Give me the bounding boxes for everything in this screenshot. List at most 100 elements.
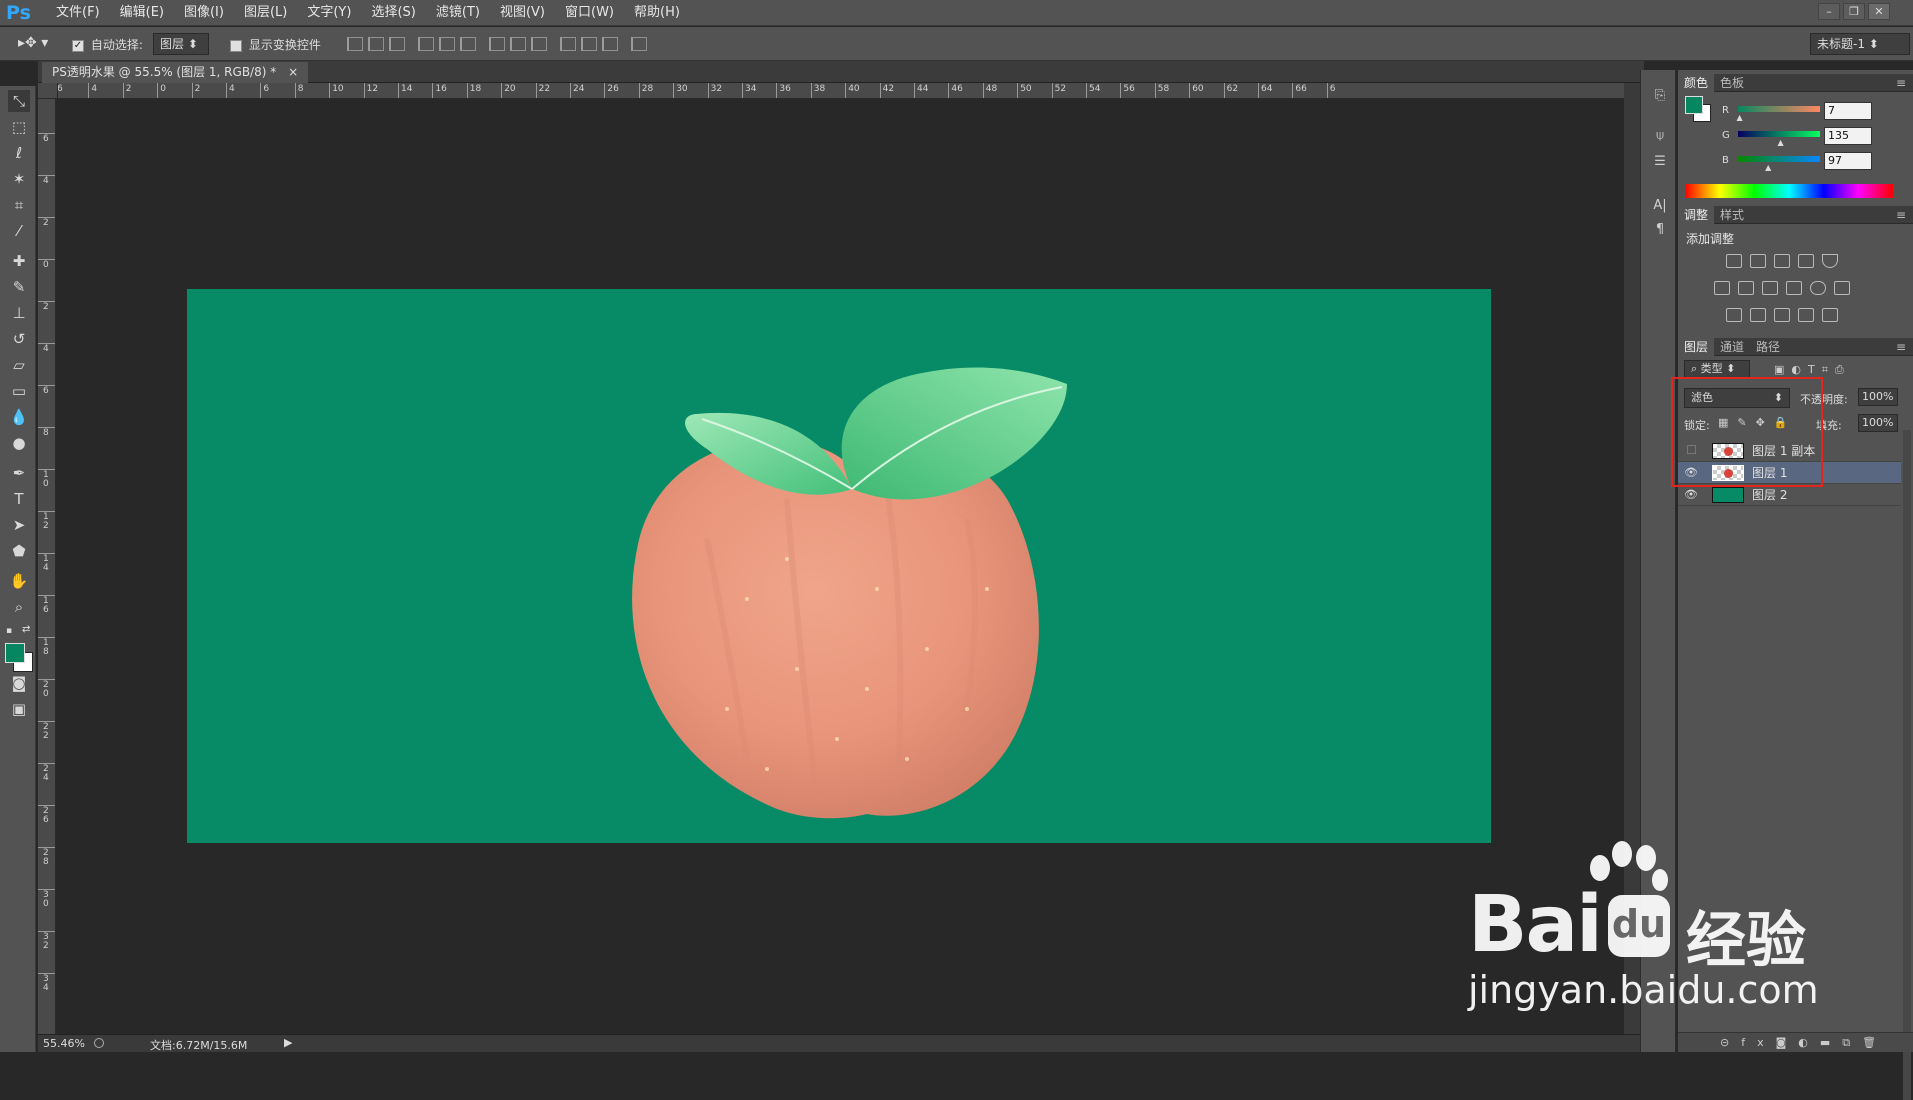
- shape-tool-icon[interactable]: ⬟: [8, 540, 30, 562]
- ruler-origin[interactable]: [38, 83, 58, 99]
- quick-mask-icon[interactable]: ◙: [8, 672, 30, 694]
- tab-adjustments[interactable]: 调整: [1678, 206, 1715, 224]
- menu-edit[interactable]: 编辑(E): [110, 0, 174, 26]
- gradient-tool-icon[interactable]: ▭: [8, 380, 30, 402]
- menu-type[interactable]: 文字(Y): [297, 0, 361, 26]
- tab-channels[interactable]: 通道: [1714, 338, 1750, 356]
- show-transform-checkbox[interactable]: [230, 39, 242, 52]
- healing-brush-icon[interactable]: ✚: [8, 250, 30, 272]
- layer-visibility-eye-icon[interactable]: 👁: [1684, 488, 1698, 502]
- layer-filter-dropdown[interactable]: ⌕ 类型 ⬍: [1684, 360, 1750, 378]
- history-panel-icon[interactable]: ⎘: [1651, 88, 1669, 106]
- menu-layer[interactable]: 图层(L): [234, 0, 297, 26]
- tab-swatches[interactable]: 色板: [1714, 74, 1750, 92]
- opacity-input[interactable]: 100%: [1858, 388, 1898, 406]
- g-slider[interactable]: [1738, 131, 1820, 137]
- g-slider-thumb[interactable]: ▲: [1777, 138, 1783, 147]
- default-colors-icon[interactable]: ▪: [6, 626, 18, 638]
- invert-icon[interactable]: [1726, 308, 1742, 322]
- panel-menu-icon[interactable]: ≡: [1896, 206, 1906, 224]
- channel-mixer-icon[interactable]: [1810, 281, 1826, 295]
- fill-input[interactable]: 100%: [1858, 414, 1898, 432]
- status-info-icon[interactable]: [94, 1038, 104, 1048]
- eraser-tool-icon[interactable]: ▱: [8, 354, 30, 376]
- b-slider[interactable]: [1738, 156, 1820, 162]
- posterize-icon[interactable]: [1750, 308, 1766, 322]
- auto-select-checkbox[interactable]: ✓: [72, 39, 84, 52]
- close-tab-icon[interactable]: ×: [288, 65, 298, 79]
- menu-filter[interactable]: 滤镜(T): [426, 0, 490, 26]
- move-tool-icon[interactable]: ⤡: [8, 90, 30, 112]
- dodge-tool-icon[interactable]: ●: [8, 432, 30, 454]
- menu-select[interactable]: 选择(S): [361, 0, 425, 26]
- r-slider[interactable]: [1738, 106, 1820, 112]
- color-fg-swatch[interactable]: [1685, 96, 1703, 114]
- restore-icon[interactable]: ❐: [1843, 3, 1865, 20]
- panel-menu-icon[interactable]: ≡: [1896, 338, 1906, 356]
- character-panel-icon[interactable]: A|: [1651, 198, 1669, 216]
- properties-icon[interactable]: ☰: [1651, 154, 1669, 172]
- eyedropper-tool-icon[interactable]: ⁄: [8, 220, 30, 242]
- tab-styles[interactable]: 样式: [1714, 206, 1750, 224]
- auto-select-dropdown[interactable]: 图层 ⬍: [153, 33, 209, 55]
- workspace-switcher[interactable]: 未标题-1 ⬍: [1810, 33, 1910, 55]
- history-brush-icon[interactable]: ↺: [8, 328, 30, 350]
- menu-file[interactable]: 文件(F): [46, 0, 110, 26]
- document-tab[interactable]: PS透明水果 @ 55.5% (图层 1, RGB/8) * ×: [42, 62, 309, 83]
- curves-icon[interactable]: [1774, 254, 1790, 268]
- paragraph-panel-icon[interactable]: ¶: [1651, 222, 1669, 240]
- brightness-contrast-icon[interactable]: [1726, 254, 1742, 268]
- black-white-icon[interactable]: [1762, 281, 1778, 295]
- layer-actions-bar[interactable]: ⊝fx◙◐▬⧉🗑: [1678, 1032, 1913, 1052]
- levels-icon[interactable]: [1750, 254, 1766, 268]
- r-value[interactable]: 7: [1824, 102, 1872, 120]
- r-slider-thumb[interactable]: ▲: [1736, 113, 1742, 122]
- align-distribute-icons[interactable]: [347, 37, 652, 54]
- pen-tool-icon[interactable]: ✒: [8, 462, 30, 484]
- document-canvas[interactable]: [187, 289, 1491, 843]
- threshold-icon[interactable]: [1774, 308, 1790, 322]
- b-slider-thumb[interactable]: ▲: [1765, 163, 1771, 172]
- tab-paths[interactable]: 路径: [1750, 338, 1786, 356]
- zoom-level[interactable]: 55.46%: [43, 1037, 85, 1050]
- vibrance-icon[interactable]: [1822, 254, 1838, 268]
- hand-tool-icon[interactable]: ✋: [8, 570, 30, 592]
- selective-color-icon[interactable]: [1798, 308, 1814, 322]
- close-window-icon[interactable]: ✕: [1868, 3, 1890, 20]
- crop-tool-icon[interactable]: ⌗: [8, 194, 30, 216]
- foreground-color-swatch[interactable]: [5, 643, 25, 663]
- menu-window[interactable]: 窗口(W): [555, 0, 624, 26]
- type-tool-icon[interactable]: T: [8, 488, 30, 510]
- magic-wand-icon[interactable]: ✶: [8, 168, 30, 190]
- layer-filter-icons[interactable]: ▣◐T⌗⎙: [1774, 363, 1851, 377]
- b-value[interactable]: 97: [1824, 152, 1872, 170]
- gradient-map-icon[interactable]: [1822, 308, 1838, 322]
- color-lookup-icon[interactable]: [1834, 281, 1850, 295]
- move-tool-preset-icon[interactable]: ▸✥ ▾: [18, 35, 48, 51]
- screen-mode-icon[interactable]: ▣: [8, 698, 30, 720]
- tab-color[interactable]: 颜色: [1678, 74, 1715, 92]
- layer-row[interactable]: 👁 图层 2: [1678, 484, 1901, 506]
- hue-saturation-icon[interactable]: [1714, 281, 1730, 295]
- tab-layers[interactable]: 图层: [1678, 338, 1715, 356]
- menu-help[interactable]: 帮助(H): [624, 0, 690, 26]
- menu-view[interactable]: 视图(V): [490, 0, 555, 26]
- blur-tool-icon[interactable]: 💧: [8, 406, 30, 428]
- exposure-icon[interactable]: [1798, 254, 1814, 268]
- menu-image[interactable]: 图像(I): [174, 0, 234, 26]
- status-menu-arrow-icon[interactable]: ▶: [284, 1036, 292, 1049]
- marquee-tool-icon[interactable]: ⬚: [8, 116, 30, 138]
- minimize-icon[interactable]: –: [1818, 3, 1840, 20]
- brush-presets-icon[interactable]: ⍦: [1651, 128, 1669, 146]
- color-spectrum-ramp[interactable]: [1685, 184, 1893, 198]
- panel-menu-icon[interactable]: ≡: [1896, 74, 1906, 92]
- brush-tool-icon[interactable]: ✎: [8, 276, 30, 298]
- layers-scrollbar[interactable]: [1903, 430, 1911, 1100]
- swap-colors-icon[interactable]: ⇄: [22, 624, 30, 635]
- path-selection-icon[interactable]: ➤: [8, 514, 30, 536]
- zoom-tool-icon[interactable]: ⌕: [8, 596, 30, 618]
- color-balance-icon[interactable]: [1738, 281, 1754, 295]
- clone-stamp-icon[interactable]: ⊥: [8, 302, 30, 324]
- photo-filter-icon[interactable]: [1786, 281, 1802, 295]
- g-value[interactable]: 135: [1824, 127, 1872, 145]
